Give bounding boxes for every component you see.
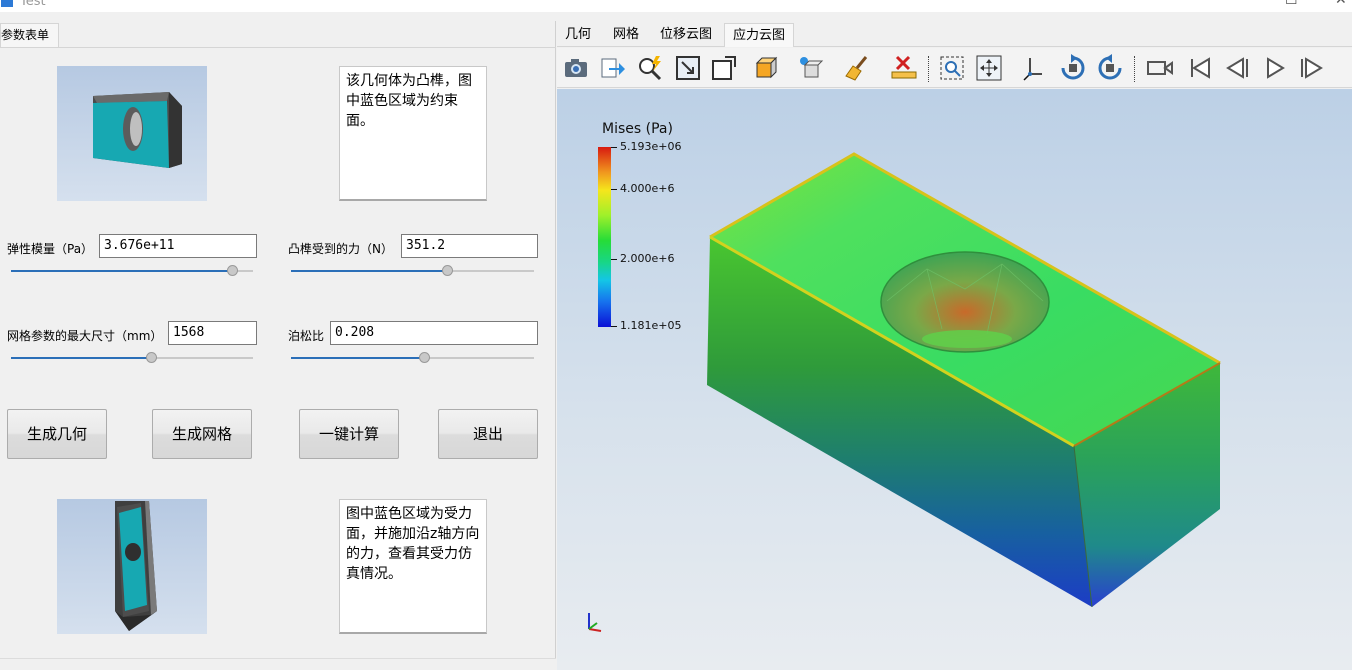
bottom-description-note: 图中蓝色区域为受力面，并施加沿z轴方向的力，查看其受力仿真情况。	[339, 499, 487, 634]
mesh-max-size-input[interactable]: 1568	[168, 321, 257, 345]
zoom-region-icon[interactable]	[938, 54, 966, 82]
frame-icon[interactable]	[710, 54, 738, 82]
viewer-toolbar	[557, 48, 1352, 88]
mesh-max-size-label: 网格参数的最大尺寸（mm）	[7, 329, 163, 343]
tab-displacement-contour[interactable]: 位移云图	[654, 23, 718, 47]
one-click-compute-button[interactable]: 一键计算	[299, 409, 399, 459]
camera-icon[interactable]	[562, 54, 590, 82]
toolbar-separator	[928, 56, 930, 82]
elastic-modulus-input[interactable]: 3.676e+11	[99, 234, 257, 258]
mesh-max-size-slider[interactable]	[11, 352, 253, 364]
window-title: Test	[20, 0, 46, 9]
view-tabs: 几何 网格 位移云图 应力云图	[557, 21, 1352, 47]
step-back-icon[interactable]	[1223, 54, 1251, 82]
export-icon[interactable]	[599, 54, 627, 82]
force-slider[interactable]	[291, 265, 534, 277]
left-status-bar	[0, 658, 556, 670]
elastic-modulus-label: 弹性模量（Pa）	[7, 242, 94, 256]
app-icon	[1, 0, 13, 7]
mesh-max-size-slider-handle[interactable]	[146, 352, 157, 363]
elastic-modulus-slider[interactable]	[11, 265, 253, 277]
window-titlebar: Test ─ ☐ ✕	[0, 0, 1352, 12]
rotate-cw-icon[interactable]	[1059, 54, 1087, 82]
tab-mesh[interactable]: 网格	[606, 23, 646, 47]
maximize-button[interactable]: ☐	[1285, 0, 1298, 8]
pan-icon[interactable]	[975, 54, 1003, 82]
poisson-ratio-label: 泊松比	[288, 329, 325, 343]
visualization-panel: 几何 网格 位移云图 应力云图 Mises (Pa) 5.193e+06 4.0…	[557, 21, 1352, 670]
force-label: 凸榫受到的力（N）	[288, 242, 393, 256]
close-button[interactable]: ✕	[1335, 0, 1347, 8]
zoom-lightning-icon[interactable]	[636, 54, 664, 82]
view-cube-dropdown-icon[interactable]	[797, 54, 825, 82]
exit-button[interactable]: 退出	[438, 409, 538, 459]
tenon-load-illustration	[115, 501, 157, 631]
play-icon[interactable]	[1260, 54, 1288, 82]
poisson-ratio-slider-handle[interactable]	[419, 352, 430, 363]
broom-icon[interactable]	[844, 54, 872, 82]
generate-mesh-button[interactable]: 生成网格	[152, 409, 252, 459]
skip-first-icon[interactable]	[1186, 54, 1214, 82]
axis-icon[interactable]	[1020, 54, 1048, 82]
parameter-panel: 参数表单 该几何体为凸榫，图中蓝色区域为约束面。 弹性模量（Pa） 3.676e…	[0, 21, 556, 670]
poisson-ratio-input[interactable]: 0.208	[330, 321, 538, 345]
rotate-ccw-icon[interactable]	[1096, 54, 1124, 82]
tab-geometry[interactable]: 几何	[558, 23, 598, 47]
minimize-button[interactable]: ─	[1227, 0, 1235, 8]
tab-parameter-form[interactable]: 参数表单	[0, 23, 59, 47]
skip-last-icon[interactable]	[1297, 54, 1325, 82]
parameter-form-pane: 该几何体为凸榫，图中蓝色区域为约束面。 弹性模量（Pa） 3.676e+11 凸…	[0, 47, 556, 657]
top-description-note: 该几何体为凸榫，图中蓝色区域为约束面。	[339, 66, 487, 201]
force-input[interactable]: 351.2	[401, 234, 538, 258]
constraint-face-thumbnail	[57, 66, 207, 201]
poisson-ratio-slider[interactable]	[291, 352, 534, 364]
orientation-axes-icon	[588, 613, 602, 632]
tab-stress-contour[interactable]: 应力云图	[724, 23, 794, 47]
toolbar-separator	[1134, 56, 1136, 82]
zoom-box-icon[interactable]	[674, 54, 702, 82]
ruler-delete-icon[interactable]	[890, 54, 918, 82]
elastic-modulus-slider-handle[interactable]	[227, 265, 238, 276]
view-cube-icon[interactable]	[753, 54, 781, 82]
force-slider-handle[interactable]	[442, 265, 453, 276]
tenon-constraint-illustration	[93, 92, 182, 168]
video-camera-icon[interactable]	[1146, 54, 1174, 82]
stress-model	[707, 152, 1221, 608]
3d-viewport[interactable]: Mises (Pa) 5.193e+06 4.000e+6 2.000e+6 1…	[557, 89, 1352, 670]
load-face-thumbnail	[57, 499, 207, 634]
generate-geometry-button[interactable]: 生成几何	[7, 409, 107, 459]
